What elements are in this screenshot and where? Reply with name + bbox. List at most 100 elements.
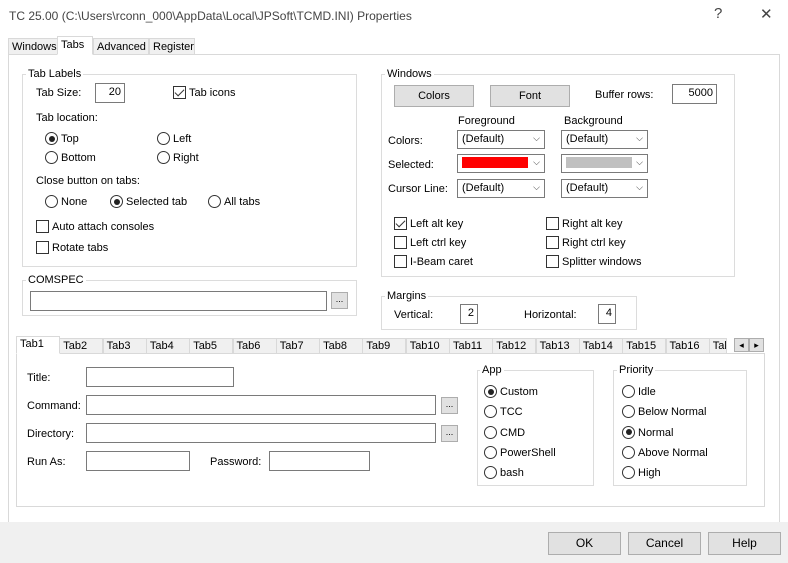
priority-option-label: Below Normal: [638, 406, 707, 419]
tab-icons-checkbox[interactable]: [173, 86, 186, 99]
tab-labels-group: [22, 74, 357, 267]
right-ctrl-checkbox[interactable]: [546, 236, 559, 249]
tab-windows[interactable]: Windows: [8, 38, 58, 55]
inner-tab-8[interactable]: Tab8: [319, 338, 364, 354]
rotate-tabs-label: Rotate tabs: [52, 242, 109, 254]
chevron-down-icon: ⌵: [533, 133, 540, 143]
radio-close-selected-label: Selected tab: [126, 196, 188, 208]
command-browse-button[interactable]: ...: [441, 397, 458, 414]
tab-register[interactable]: Register: [149, 38, 195, 55]
comspec-browse-button[interactable]: ...: [331, 292, 348, 309]
margins-heading: Margins: [385, 290, 429, 302]
password-input[interactable]: [269, 451, 370, 471]
inner-tab-7[interactable]: Tab7: [275, 338, 320, 354]
run-as-input[interactable]: [86, 451, 190, 471]
colors-label: Colors:: [388, 135, 423, 147]
cursor-background-select[interactable]: (Default) ⌵: [561, 179, 648, 198]
directory-browse-button[interactable]: ...: [441, 425, 458, 442]
radio-bottom[interactable]: [45, 151, 58, 164]
colors-foreground-select[interactable]: (Default) ⌵: [457, 130, 545, 149]
command-input[interactable]: [86, 395, 436, 415]
inner-tab-12[interactable]: Tab12: [492, 338, 537, 354]
inner-tab-11[interactable]: Tab11: [449, 338, 493, 354]
title-label: Title:: [27, 372, 51, 384]
close-button-label: Close button on tabs:: [36, 175, 140, 187]
inner-tab-17[interactable]: Tab17: [708, 338, 727, 354]
inner-tab-5[interactable]: Tab5: [189, 338, 234, 354]
rotate-tabs-checkbox[interactable]: [36, 241, 49, 254]
inner-tab-3[interactable]: Tab3: [102, 338, 147, 354]
title-input[interactable]: [86, 367, 234, 387]
horizontal-input[interactable]: 4: [598, 304, 616, 324]
left-ctrl-label: Left ctrl key: [410, 237, 467, 249]
inner-tab-15[interactable]: Tab15: [622, 338, 667, 354]
colors-button[interactable]: Colors: [394, 85, 474, 107]
app-radio[interactable]: [484, 385, 497, 398]
radio-right[interactable]: [157, 151, 170, 164]
selected-label: Selected:: [388, 159, 434, 171]
buffer-rows-input[interactable]: 5000: [672, 84, 717, 104]
inner-tab-1[interactable]: Tab1: [16, 336, 60, 354]
window-title: TC 25.00 (C:\Users\rconn_000\AppData\Loc…: [9, 9, 412, 23]
colors-background-select[interactable]: (Default) ⌵: [561, 130, 648, 149]
radio-top[interactable]: [45, 132, 58, 145]
font-button[interactable]: Font: [490, 85, 570, 107]
cursor-line-label: Cursor Line:: [388, 183, 448, 195]
radio-close-all[interactable]: [208, 195, 221, 208]
tab-size-input[interactable]: 20: [95, 83, 125, 103]
selected-foreground-select[interactable]: ⌵: [457, 154, 545, 173]
left-alt-checkbox[interactable]: [394, 217, 407, 230]
priority-option-label: Normal: [638, 426, 674, 439]
app-option-label: Custom: [500, 386, 538, 398]
scroll-left-button[interactable]: ◂: [734, 338, 749, 352]
tab-advanced[interactable]: Advanced: [93, 38, 149, 55]
inner-tab-9[interactable]: Tab9: [362, 338, 407, 354]
left-ctrl-checkbox[interactable]: [394, 236, 407, 249]
directory-input[interactable]: [86, 423, 436, 443]
inner-tab-10[interactable]: Tab10: [405, 338, 450, 354]
scroll-right-button[interactable]: ▸: [749, 338, 764, 352]
comspec-input[interactable]: [30, 291, 327, 311]
right-alt-checkbox[interactable]: [546, 217, 559, 230]
app-option-label: TCC: [500, 406, 523, 419]
splitter-checkbox[interactable]: [546, 255, 559, 268]
help-icon[interactable]: ?: [714, 5, 722, 22]
select-value: (Default): [566, 133, 609, 145]
buffer-rows-label: Buffer rows:: [595, 89, 654, 101]
foreground-heading: Foreground: [458, 115, 515, 127]
app-option-label: bash: [500, 467, 524, 480]
radio-close-none[interactable]: [45, 195, 58, 208]
vertical-label: Vertical:: [394, 309, 434, 321]
auto-attach-checkbox[interactable]: [36, 220, 49, 233]
tab-labels-heading: Tab Labels: [26, 68, 84, 80]
cursor-foreground-select[interactable]: (Default) ⌵: [457, 179, 545, 198]
inner-tab-2[interactable]: Tab2: [59, 338, 104, 354]
help-button[interactable]: Help: [708, 532, 781, 555]
inner-tab-13[interactable]: Tab13: [535, 338, 580, 354]
radio-left[interactable]: [157, 132, 170, 145]
chevron-down-icon: ⌵: [636, 133, 643, 143]
select-value: (Default): [462, 133, 505, 145]
app-radio[interactable]: [484, 425, 497, 439]
command-label: Command:: [27, 400, 81, 412]
priority-radio[interactable]: [622, 385, 635, 398]
app-option-label: CMD: [500, 426, 526, 439]
vertical-input[interactable]: 2: [460, 304, 478, 324]
priority-radio[interactable]: [622, 445, 635, 459]
inner-tab-14[interactable]: Tab14: [578, 338, 623, 354]
priority-radio[interactable]: [622, 425, 635, 439]
inner-tab-6[interactable]: Tab6: [232, 338, 277, 354]
ibeam-checkbox[interactable]: [394, 255, 407, 268]
ok-button[interactable]: OK: [548, 532, 621, 555]
radio-close-selected[interactable]: [110, 195, 123, 208]
close-icon[interactable]: ✕: [760, 5, 773, 23]
selected-background-select[interactable]: ⌵: [561, 154, 648, 173]
inner-tab-4[interactable]: Tab4: [145, 338, 190, 354]
inner-tab-16[interactable]: Tab16: [665, 338, 710, 354]
radio-top-label: Top: [61, 133, 79, 145]
auto-attach-label: Auto attach consoles: [52, 221, 155, 233]
cancel-button[interactable]: Cancel: [628, 532, 701, 555]
app-radio[interactable]: [484, 445, 497, 459]
tab-tabs[interactable]: Tabs: [57, 36, 93, 55]
tab-icons-label: Tab icons: [189, 87, 236, 99]
